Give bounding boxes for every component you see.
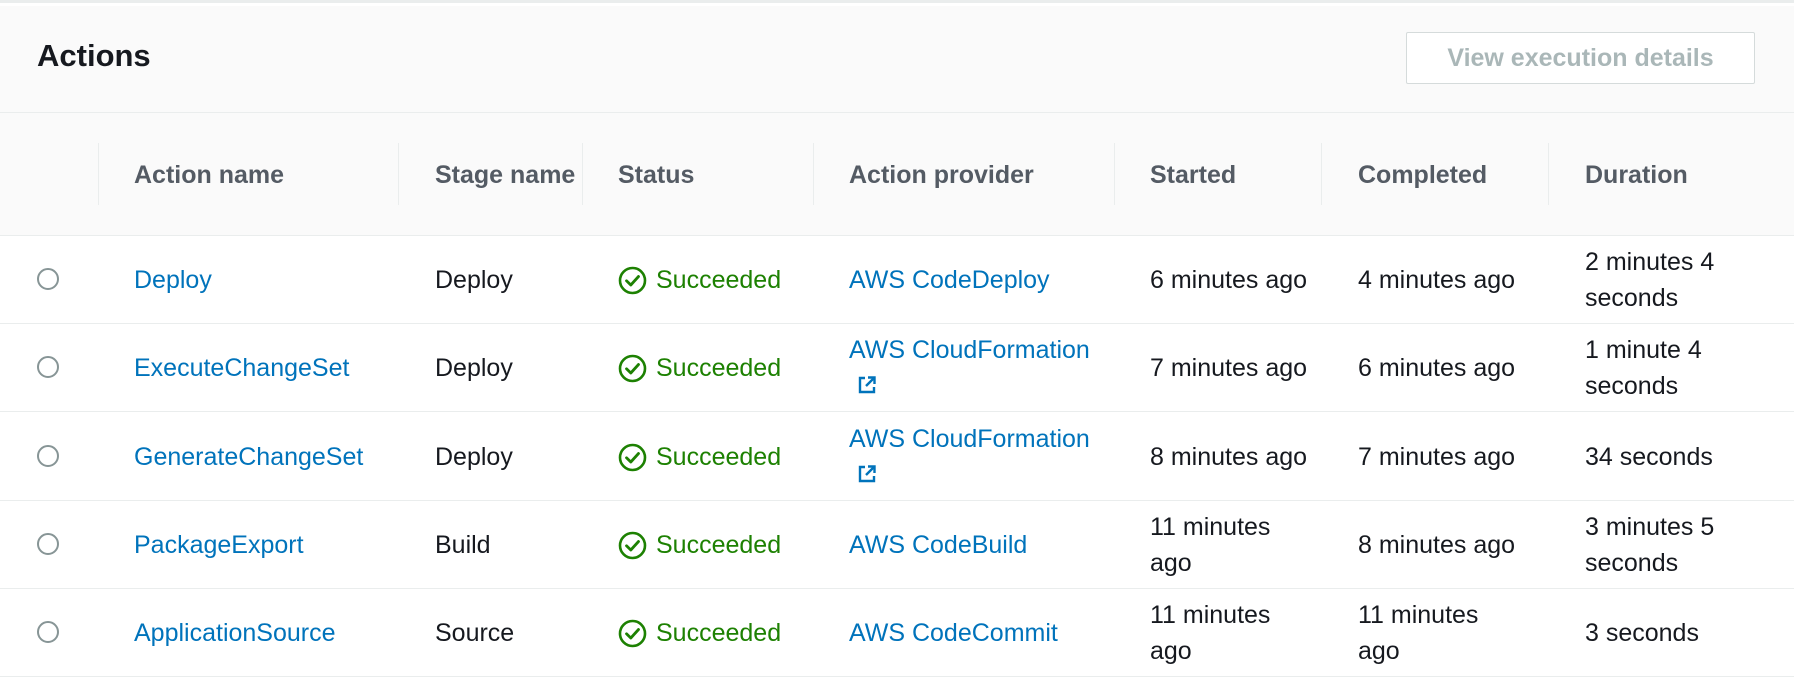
action-name-link[interactable]: ApplicationSource (134, 589, 394, 677)
row-select-radio[interactable] (37, 268, 59, 290)
check-circle-icon (618, 619, 647, 647)
started-time: 11 minutes ago (1150, 601, 1271, 665)
column-header-completed[interactable]: Completed (1358, 113, 1558, 236)
action-provider-label: AWS CodeBuild (849, 531, 1028, 559)
table-header: Action name Stage name Status Action pro… (0, 113, 1794, 236)
check-circle-icon (618, 354, 647, 382)
provider-cell: AWS CodeCommit (849, 589, 1099, 677)
view-execution-details-button[interactable]: View execution details (1406, 32, 1755, 84)
started-time: 11 minutes ago (1150, 513, 1271, 577)
duration: 3 minutes 5 seconds (1585, 513, 1715, 577)
external-link-icon (858, 465, 876, 483)
action-name-link[interactable]: GenerateChangeSet (134, 413, 394, 501)
table-row: ExecuteChangeSet Deploy Succeeded AWS Cl… (0, 324, 1794, 412)
stage-name: Build (435, 531, 491, 559)
status-text: Succeeded (656, 619, 782, 647)
status-text: Succeeded (656, 266, 782, 294)
column-divider (398, 143, 399, 205)
completed-time: 8 minutes ago (1358, 531, 1516, 559)
table-row: PackageExport Build Succeeded AWS CodeBu… (0, 501, 1794, 589)
row-select-radio[interactable] (37, 356, 59, 378)
column-divider (813, 143, 814, 205)
status-cell: Succeeded (618, 324, 818, 412)
duration: 1 minute 4 seconds (1585, 336, 1702, 400)
provider-cell: AWS CodeDeploy (849, 236, 1099, 324)
completed-time: 11 minutes ago (1358, 601, 1479, 665)
status-text: Succeeded (656, 443, 782, 471)
action-name-link[interactable]: ExecuteChangeSet (134, 324, 394, 412)
action-name-link[interactable]: PackageExport (134, 501, 394, 589)
completed-time: 4 minutes ago (1358, 266, 1516, 294)
column-header-action-name[interactable]: Action name (134, 113, 394, 236)
action-provider-label: AWS CloudFormation (849, 425, 1090, 453)
completed-time: 7 minutes ago (1358, 443, 1516, 471)
stage-name: Deploy (435, 443, 513, 471)
status-cell: Succeeded (618, 589, 818, 677)
duration: 34 seconds (1585, 443, 1713, 471)
stage-name: Deploy (435, 266, 513, 294)
action-provider-link[interactable]: AWS CodeDeploy (849, 262, 1050, 298)
status-text: Succeeded (656, 354, 782, 382)
action-provider-link[interactable]: AWS CloudFormation (849, 332, 1099, 404)
provider-cell: AWS CloudFormation (849, 324, 1099, 412)
table-row: Deploy Deploy Succeeded AWS CodeDeploy 6… (0, 236, 1794, 324)
duration: 2 minutes 4 seconds (1585, 248, 1715, 312)
action-provider-label: AWS CodeCommit (849, 619, 1058, 647)
action-provider-link[interactable]: AWS CodeBuild (849, 527, 1027, 563)
status-cell: Succeeded (618, 413, 818, 501)
duration: 3 seconds (1585, 619, 1699, 647)
status-cell: Succeeded (618, 236, 818, 324)
row-select-radio[interactable] (37, 533, 59, 555)
action-provider-label: AWS CloudFormation (849, 336, 1090, 364)
provider-cell: AWS CodeBuild (849, 501, 1099, 589)
started-time: 8 minutes ago (1150, 443, 1308, 471)
column-header-stage-name[interactable]: Stage name (435, 113, 585, 236)
action-name-link[interactable]: Deploy (134, 236, 394, 324)
completed-time: 6 minutes ago (1358, 354, 1516, 382)
check-circle-icon (618, 266, 647, 294)
provider-cell: AWS CloudFormation (849, 413, 1099, 501)
column-divider (1321, 143, 1322, 205)
column-header-status[interactable]: Status (618, 113, 818, 236)
column-header-started[interactable]: Started (1150, 113, 1330, 236)
column-divider (582, 143, 583, 205)
action-provider-link[interactable]: AWS CloudFormation (849, 421, 1099, 493)
action-provider-label: AWS CodeDeploy (849, 266, 1050, 294)
check-circle-icon (618, 531, 647, 559)
check-circle-icon (618, 443, 647, 471)
panel-title: Actions (37, 38, 151, 73)
started-time: 7 minutes ago (1150, 354, 1308, 382)
stage-name: Deploy (435, 354, 513, 382)
action-provider-link[interactable]: AWS CodeCommit (849, 615, 1058, 651)
column-divider (1114, 143, 1115, 205)
table-row: GenerateChangeSet Deploy Succeeded AWS C… (0, 413, 1794, 501)
column-header-action-provider[interactable]: Action provider (849, 113, 1129, 236)
column-divider (98, 143, 99, 205)
started-time: 6 minutes ago (1150, 266, 1308, 294)
row-select-radio[interactable] (37, 621, 59, 643)
status-text: Succeeded (656, 531, 782, 559)
status-cell: Succeeded (618, 501, 818, 589)
column-divider (1548, 143, 1549, 205)
actions-panel: Actions View execution details Action na… (0, 0, 1794, 677)
table-row: ApplicationSource Source Succeeded AWS C… (0, 589, 1794, 677)
column-header-duration[interactable]: Duration (1585, 113, 1785, 236)
row-select-radio[interactable] (37, 445, 59, 467)
panel-header: Actions View execution details (0, 6, 1794, 113)
stage-name: Source (435, 619, 515, 647)
external-link-icon (858, 376, 876, 394)
